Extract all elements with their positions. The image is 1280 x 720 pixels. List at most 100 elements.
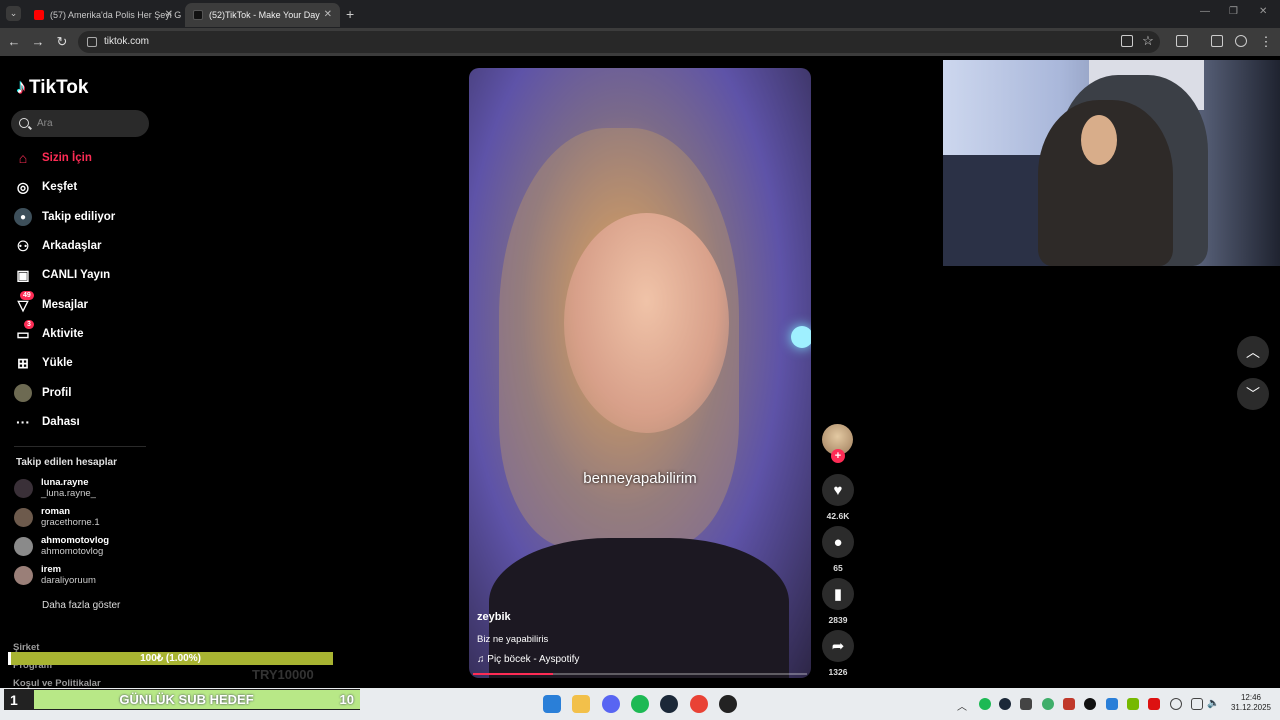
close-window-icon[interactable]: ✕ bbox=[1259, 6, 1267, 17]
upload-icon: ⊞ bbox=[17, 354, 29, 371]
heart-icon: ♥ bbox=[833, 481, 843, 499]
webcam-overlay bbox=[943, 60, 1280, 266]
tray-app-icon[interactable] bbox=[1106, 698, 1118, 710]
nav-profile[interactable]: Profil bbox=[14, 382, 71, 404]
logo-text: TikTok bbox=[29, 76, 89, 98]
nav-activity[interactable]: ▭ 3 Aktivite bbox=[14, 320, 84, 345]
avatar bbox=[14, 507, 33, 527]
site-info-icon[interactable] bbox=[87, 37, 97, 47]
bookmark-star-icon[interactable]: ☆ bbox=[1140, 33, 1156, 49]
account-handle: ahmomotovlog bbox=[41, 546, 104, 557]
close-tab-icon[interactable]: ✕ bbox=[324, 9, 332, 20]
account-handle: _luna.rayne_ bbox=[41, 488, 96, 499]
like-button[interactable]: ♥ bbox=[822, 474, 854, 506]
comment-button[interactable]: ● bbox=[822, 526, 854, 558]
video-player[interactable]: benneyapabilirim zeybik Biz ne yapabilir… bbox=[469, 68, 811, 678]
tray-expand-icon[interactable]: ︿ bbox=[957, 698, 969, 713]
followed-account[interactable]: luna.rayne _luna.rayne_ bbox=[14, 474, 96, 502]
sub-goal-widget: 1 GÜNLÜK SUB HEDEF 10 bbox=[4, 689, 360, 710]
show-more-link[interactable]: Daha fazla göster bbox=[42, 600, 120, 611]
divider bbox=[14, 446, 146, 447]
avatar bbox=[14, 565, 33, 585]
tray-app-icon[interactable] bbox=[1148, 698, 1160, 710]
followed-account[interactable]: irem daraliyoruum bbox=[14, 561, 96, 589]
system-clock[interactable]: 12:46 31.12.2025 bbox=[1226, 693, 1276, 713]
search-input[interactable]: Ara bbox=[11, 110, 149, 137]
tab-title: (52)TikTok - Make Your Day bbox=[209, 10, 320, 20]
previous-video-button[interactable]: ︿ bbox=[1237, 336, 1269, 368]
discord-icon[interactable] bbox=[602, 695, 620, 713]
file-explorer-icon[interactable] bbox=[572, 695, 590, 713]
start-icon[interactable] bbox=[543, 695, 561, 713]
forward-button[interactable]: → bbox=[30, 34, 46, 49]
followed-account[interactable]: ahmomotovlog ahmomotovlog bbox=[14, 532, 109, 560]
follow-plus-button[interactable]: + bbox=[831, 449, 845, 463]
sub-goal-bar: GÜNLÜK SUB HEDEF 10 bbox=[34, 690, 360, 709]
video-author[interactable]: zeybik bbox=[477, 611, 511, 623]
close-tab-icon[interactable]: ✕ bbox=[165, 9, 173, 20]
tray-spotify-icon[interactable] bbox=[979, 698, 991, 710]
tray-app-icon[interactable] bbox=[1063, 698, 1075, 710]
spotify-icon[interactable] bbox=[631, 695, 649, 713]
share-icon: ➦ bbox=[831, 638, 845, 655]
bookmark-icon: ▮ bbox=[833, 586, 843, 603]
nav-label: Takip ediliyor bbox=[42, 211, 116, 223]
nav-live[interactable]: ▣ CANLI Yayın bbox=[14, 264, 110, 286]
tab-search-button[interactable]: ⌄ bbox=[6, 6, 21, 21]
nav-explore[interactable]: ◎ Keşfet bbox=[14, 176, 77, 198]
nav-upload[interactable]: ⊞ Yükle bbox=[14, 352, 73, 374]
donation-text: 100₺ (1.00%) bbox=[140, 653, 201, 664]
new-tab-button[interactable]: + bbox=[346, 6, 354, 22]
live-icon: ▣ bbox=[16, 266, 30, 283]
video-sound[interactable]: ♫ Piç böcek - Ayspotify bbox=[477, 654, 579, 665]
tiktok-icon bbox=[193, 10, 203, 20]
account-name: roman bbox=[41, 506, 71, 517]
sub-goal-count: 1 bbox=[10, 692, 18, 708]
chrome-icon[interactable] bbox=[690, 695, 708, 713]
video-caption-overlay: benneyapabilirim bbox=[583, 470, 697, 487]
save-button[interactable]: ▮ bbox=[822, 578, 854, 610]
nav-for-you[interactable]: ⌂ Sizin İçin bbox=[14, 147, 92, 169]
microphone-icon[interactable] bbox=[1170, 698, 1182, 710]
avatar bbox=[14, 536, 33, 556]
volume-icon[interactable]: 🔈 bbox=[1207, 698, 1219, 710]
reload-button[interactable]: ↻ bbox=[54, 34, 70, 50]
install-app-icon[interactable] bbox=[1121, 35, 1133, 47]
minimize-icon[interactable]: — bbox=[1200, 6, 1210, 17]
share-count: 1326 bbox=[828, 667, 848, 677]
tray-nvidia-icon[interactable] bbox=[1127, 698, 1139, 710]
browser-tab-youtube[interactable]: (57) Amerika'da Polis Her Şeyi G ✕ bbox=[26, 3, 181, 27]
tray-app-icon[interactable] bbox=[1020, 698, 1032, 710]
nav-label: Arkadaşlar bbox=[42, 240, 102, 252]
menu-kebab-icon[interactable]: ⋮ bbox=[1258, 34, 1274, 50]
network-icon[interactable] bbox=[1191, 698, 1203, 710]
next-video-button[interactable]: ﹀ bbox=[1237, 378, 1269, 410]
nav-messages[interactable]: ▽ 49 Mesajlar bbox=[14, 291, 88, 316]
video-progress-bar[interactable] bbox=[473, 673, 807, 675]
extensions-icon[interactable] bbox=[1176, 35, 1188, 47]
tab-groups-icon[interactable] bbox=[1211, 35, 1223, 47]
share-button[interactable]: ➦ bbox=[822, 630, 854, 662]
followed-account[interactable]: roman gracethorne.1 bbox=[14, 503, 100, 531]
obs-icon[interactable] bbox=[719, 695, 737, 713]
following-accounts-title: Takip edilen hesaplar bbox=[16, 457, 117, 468]
nav-more[interactable]: ··· Dahası bbox=[14, 411, 80, 433]
back-button[interactable]: ← bbox=[6, 34, 22, 49]
home-icon: ⌂ bbox=[18, 150, 28, 166]
sub-goal-target: 10 bbox=[339, 692, 354, 707]
account-handle: gracethorne.1 bbox=[41, 517, 100, 528]
tray-app-icon[interactable] bbox=[1084, 698, 1096, 710]
video-progress-fill bbox=[473, 673, 554, 675]
restore-icon[interactable]: ❐ bbox=[1229, 6, 1238, 17]
nav-friends[interactable]: ⚇ Arkadaşlar bbox=[14, 235, 102, 257]
nav-following[interactable]: ● Takip ediliyor bbox=[14, 206, 115, 228]
tab-title: (57) Amerika'da Polis Her Şeyi G bbox=[50, 10, 181, 20]
steam-icon[interactable] bbox=[660, 695, 678, 713]
profile-icon[interactable] bbox=[1235, 35, 1247, 47]
tray-app-icon[interactable] bbox=[1042, 698, 1054, 710]
activity-icon: ▭ 3 bbox=[14, 320, 34, 343]
tiktok-logo[interactable]: ♪ TikTok bbox=[16, 76, 88, 99]
browser-tab-tiktok[interactable]: (52)TikTok - Make Your Day ✕ bbox=[185, 3, 340, 27]
tray-steam-icon[interactable] bbox=[999, 698, 1011, 710]
address-bar[interactable]: tiktok.com bbox=[78, 31, 1160, 53]
